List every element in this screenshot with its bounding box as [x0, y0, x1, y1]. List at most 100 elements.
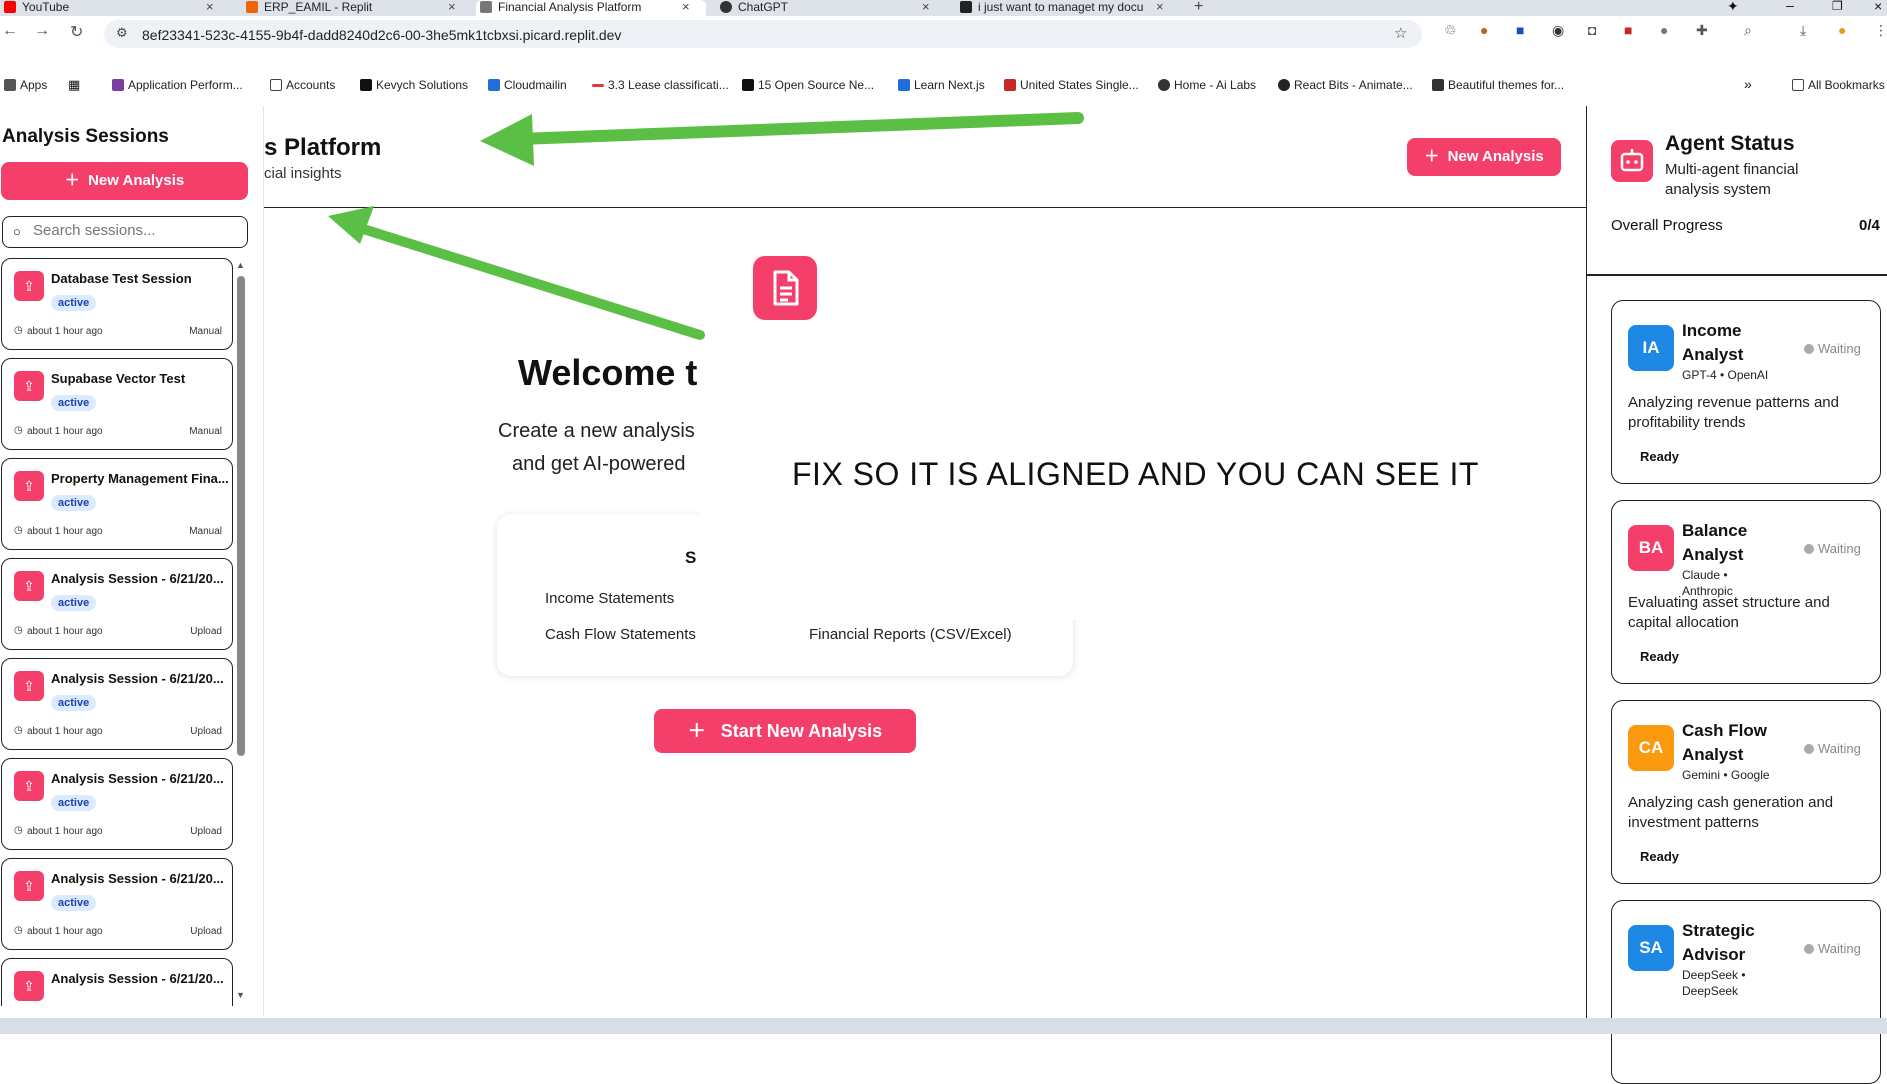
folder-icon [1792, 79, 1804, 91]
agent-avatar: IA [1628, 325, 1674, 371]
bookmark-item[interactable]: Kevych Solutions [360, 78, 468, 92]
tab-chatgpt[interactable]: ChatGPT × [716, 0, 946, 16]
bookmark-favicon [1278, 79, 1290, 91]
status-dot [1804, 544, 1814, 554]
extension-icon[interactable]: ● [1660, 22, 1668, 38]
new-analysis-button[interactable]: ＋ New Analysis [1, 162, 248, 200]
camera-icon[interactable]: ◘ [1588, 22, 1596, 38]
time-text: about 1 hour ago [27, 526, 103, 537]
bookmark-label: Cloudmailin [504, 78, 567, 92]
bookmark-item[interactable]: Home - Ai Labs [1158, 78, 1256, 92]
tab-label: ChatGPT [738, 0, 789, 14]
scroll-down-icon[interactable]: ▼ [236, 990, 245, 1000]
bookmark-folder[interactable]: Accounts [270, 78, 335, 92]
bookmark-item[interactable]: 3.3 Lease classificati... [592, 78, 729, 92]
session-card[interactable]: ⇪ Analysis Session - 6/21/20... active ◷ abo… [1, 758, 233, 850]
clock-icon: ◷ [14, 725, 23, 736]
minimize-icon[interactable]: – [1786, 0, 1794, 13]
agent-model: GPT-4 • OpenAI [1682, 368, 1769, 382]
session-card[interactable]: ⇪ Analysis Session - 6/21/20... [1, 958, 233, 1006]
bookmark-favicon [1432, 79, 1444, 91]
menu-icon[interactable]: ⋮ [1874, 22, 1887, 39]
agent-card: CA Cash Flow Analyst Gemini • Google Waitin… [1611, 700, 1881, 884]
forward-icon[interactable]: → [34, 22, 50, 40]
tab-groups-icon[interactable]: ▦ [68, 77, 80, 93]
extension-icon[interactable]: ■ [1516, 22, 1524, 38]
agent-status-panel: Agent Status Multi-agent financial analy… [1586, 106, 1887, 1084]
extensions-puzzle-icon[interactable]: ✚ [1696, 22, 1708, 39]
time-text: about 1 hour ago [27, 626, 103, 637]
address-bar[interactable]: ⚙ 8ef23341-523c-4155-9b4f-dadd8240d2c6-0… [104, 20, 1422, 48]
bookmark-item[interactable]: 15 Open Source Ne... [742, 78, 874, 92]
status-dot [1804, 344, 1814, 354]
tab-replit[interactable]: ERP_EAMIL - Replit × [242, 0, 472, 16]
session-card[interactable]: ⇪ Analysis Session - 6/21/20... active ◷ abo… [1, 558, 233, 650]
bookmarks-bar: Apps ▦ Application Perform... Accounts K… [0, 74, 1887, 98]
session-card[interactable]: ⇪ Database Test Session active ◷ about 1 hou… [1, 258, 233, 350]
close-icon[interactable]: × [448, 0, 456, 14]
bookmark-item[interactable]: Cloudmailin [488, 78, 567, 92]
restore-icon[interactable]: ❐ [1832, 0, 1843, 13]
site-info-icon[interactable]: ⚙ [116, 25, 128, 41]
agent-card: IA Income Analyst GPT-4 • OpenAI Waiting Ana… [1611, 300, 1881, 484]
session-source: Upload [190, 926, 222, 937]
search-input[interactable] [33, 222, 233, 239]
close-icon[interactable]: × [682, 0, 690, 14]
clock-icon: ◷ [14, 425, 23, 436]
bookmark-item[interactable]: Application Perform... [112, 78, 243, 92]
reload-icon[interactable]: ↻ [70, 22, 83, 42]
session-source: Upload [190, 626, 222, 637]
tab-docs[interactable]: i just want to managet my docu × [956, 0, 1176, 16]
bookmark-item[interactable]: United States Single... [1004, 78, 1139, 92]
all-bookmarks[interactable]: All Bookmarks [1792, 78, 1885, 92]
profile-avatar-icon[interactable]: ● [1838, 22, 1846, 38]
session-title: Analysis Session - 6/21/20... [51, 871, 224, 886]
cookie-icon[interactable]: ● [1480, 22, 1488, 38]
tab-youtube[interactable]: YouTube × [0, 0, 230, 16]
close-icon[interactable]: × [206, 0, 214, 14]
agent-readiness: Ready [1640, 449, 1680, 464]
more-bookmarks-icon[interactable]: » [1744, 76, 1752, 92]
session-title: Analysis Session - 6/21/20... [51, 771, 224, 786]
page-subtitle: cial insights [264, 165, 342, 182]
bookmark-item[interactable]: Learn Next.js [898, 78, 985, 92]
scroll-thumb[interactable] [237, 276, 245, 756]
os-taskbar [0, 1018, 1887, 1034]
header-new-analysis-button[interactable]: ＋ New Analysis [1407, 138, 1561, 176]
session-title: Analysis Session - 6/21/20... [51, 671, 224, 686]
close-window-icon[interactable]: × [1874, 0, 1882, 14]
bookmark-label: Kevych Solutions [376, 78, 469, 92]
start-new-analysis-button[interactable]: ＋ Start New Analysis [654, 709, 916, 753]
agent-status: Waiting [1804, 741, 1861, 756]
bookmark-item[interactable]: React Bits - Animate... [1278, 78, 1413, 92]
bookmark-apps[interactable]: Apps [4, 78, 47, 92]
scroll-up-icon[interactable]: ▲ [236, 260, 245, 270]
tab-label: ERP_EAMIL - Replit [264, 0, 373, 14]
bookmark-item[interactable]: Beautiful themes for... [1432, 78, 1564, 92]
download-icon[interactable]: ⤓ [1800, 22, 1806, 39]
format-item: Financial Reports (CSV/Excel) [809, 626, 1012, 643]
extension-icon[interactable]: ♲ [1444, 22, 1457, 39]
extension-icon[interactable]: ■ [1624, 22, 1632, 38]
status-badge: active [51, 495, 97, 511]
new-tab-icon[interactable]: + [1194, 0, 1203, 16]
gemini-icon[interactable]: ✦ [1727, 0, 1739, 15]
tab-search-icon[interactable]: ⌕ [1744, 22, 1752, 39]
tab-financial-analysis[interactable]: Financial Analysis Platform × [476, 0, 706, 16]
session-card[interactable]: ⇪ Analysis Session - 6/21/20... active ◷ abo… [1, 858, 233, 950]
search-icon: ○ [13, 224, 21, 239]
extension-icon[interactable]: ◉ [1552, 22, 1564, 39]
clock-icon: ◷ [14, 925, 23, 936]
bookmark-star-icon[interactable]: ☆ [1394, 24, 1407, 42]
sidebar-scrollbar[interactable]: ▲ ▼ [236, 260, 246, 1002]
progress-label: Overall Progress [1611, 217, 1723, 234]
session-card[interactable]: ⇪ Supabase Vector Test active ◷ about 1 hour… [1, 358, 233, 450]
close-icon[interactable]: × [922, 0, 930, 14]
session-title: Database Test Session [51, 271, 192, 286]
session-card[interactable]: ⇪ Analysis Session - 6/21/20... active ◷ abo… [1, 658, 233, 750]
session-card[interactable]: ⇪ Property Management Fina... active ◷ about… [1, 458, 233, 550]
back-icon[interactable]: ← [2, 22, 18, 40]
session-time: ◷ about 1 hour ago [14, 525, 103, 537]
close-icon[interactable]: × [1156, 0, 1164, 14]
time-text: about 1 hour ago [27, 826, 103, 837]
